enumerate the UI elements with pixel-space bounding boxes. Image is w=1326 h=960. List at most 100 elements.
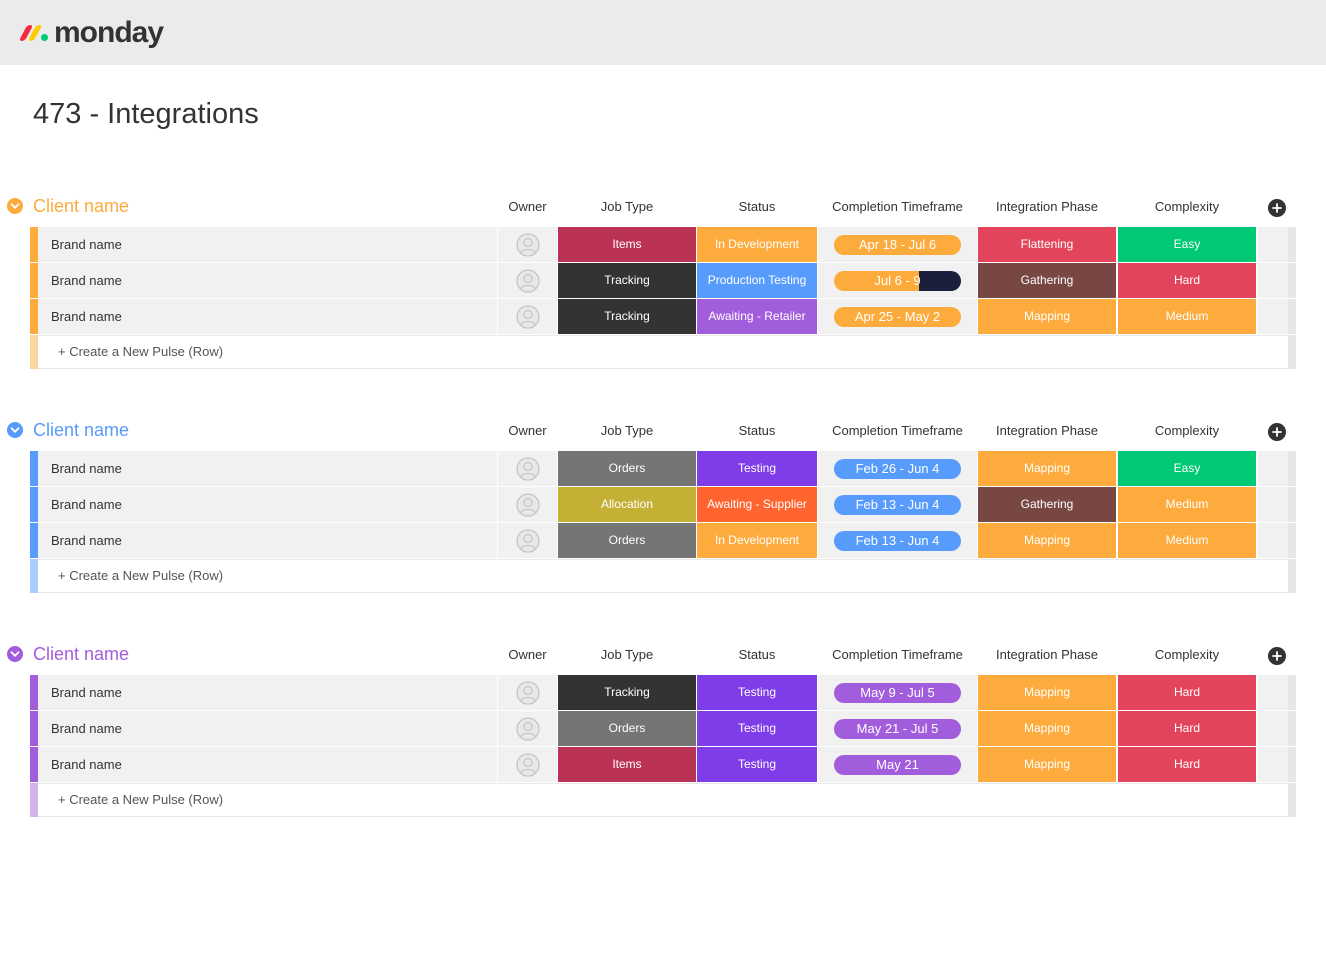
owner-cell[interactable] — [498, 299, 557, 334]
column-header-timeframe[interactable]: Completion Timeframe — [818, 647, 977, 663]
status-cell[interactable]: Awaiting - Retailer — [697, 299, 817, 334]
complexity-cell[interactable]: Medium — [1118, 299, 1256, 334]
column-header-owner[interactable]: Owner — [498, 199, 557, 215]
status-cell[interactable]: Production Testing — [697, 263, 817, 298]
owner-cell[interactable] — [498, 227, 557, 262]
timeline-cell[interactable]: Feb 13 - Jun 4 — [818, 487, 977, 522]
group-color-strip — [30, 747, 38, 782]
create-new-pulse-button[interactable]: + Create a New Pulse (Row) — [38, 559, 1288, 593]
pulse-name[interactable]: Brand name — [38, 227, 497, 262]
complexity-cell[interactable]: Easy — [1118, 451, 1256, 486]
pulse-name[interactable]: Brand name — [38, 487, 497, 522]
job-type-cell[interactable]: Allocation — [558, 487, 696, 522]
pulse-row: Brand name Tracking Awaiting - Retailer Apr… — [0, 299, 1326, 335]
integration-phase-cell[interactable]: Mapping — [978, 747, 1116, 782]
timeline-cell[interactable]: May 9 - Jul 5 — [818, 675, 977, 710]
job-type-cell[interactable]: Tracking — [558, 263, 696, 298]
integration-phase-cell[interactable]: Mapping — [978, 451, 1116, 486]
column-header-job-type[interactable]: Job Type — [558, 199, 696, 215]
pulse-name[interactable]: Brand name — [38, 523, 497, 558]
integration-phase-cell[interactable]: Mapping — [978, 711, 1116, 746]
pulse-name[interactable]: Brand name — [38, 675, 497, 710]
create-new-pulse-button[interactable]: + Create a New Pulse (Row) — [38, 335, 1288, 369]
pulse-name[interactable]: Brand name — [38, 711, 497, 746]
column-header-status[interactable]: Status — [697, 647, 817, 663]
create-new-pulse-button[interactable]: + Create a New Pulse (Row) — [38, 783, 1288, 817]
job-type-cell[interactable]: Items — [558, 227, 696, 262]
status-cell[interactable]: Testing — [697, 711, 817, 746]
status-cell[interactable]: In Development — [697, 227, 817, 262]
integration-phase-cell[interactable]: Mapping — [978, 675, 1116, 710]
group: Client name Owner Job Type Status Completion… — [0, 409, 1326, 593]
add-column-button[interactable] — [1268, 423, 1286, 441]
status-cell[interactable]: In Development — [697, 523, 817, 558]
integration-phase-cell[interactable]: Mapping — [978, 299, 1116, 334]
owner-cell[interactable] — [498, 263, 557, 298]
column-header-job-type[interactable]: Job Type — [558, 647, 696, 663]
column-header-complexity[interactable]: Complexity — [1118, 423, 1256, 439]
integration-phase-cell[interactable]: Gathering — [978, 263, 1116, 298]
column-header-complexity[interactable]: Complexity — [1118, 199, 1256, 215]
monday-logo[interactable]: monday — [18, 16, 164, 50]
column-header-complexity[interactable]: Complexity — [1118, 647, 1256, 663]
job-type-cell[interactable]: Tracking — [558, 299, 696, 334]
column-header-timeframe[interactable]: Completion Timeframe — [818, 423, 977, 439]
avatar-placeholder-icon — [515, 492, 540, 517]
group-name[interactable]: Client name — [33, 419, 129, 441]
pulse-name[interactable]: Brand name — [38, 747, 497, 782]
column-header-integration-phase[interactable]: Integration Phase — [978, 423, 1116, 439]
collapse-group-button[interactable] — [7, 198, 23, 214]
add-column-button[interactable] — [1268, 647, 1286, 665]
status-cell[interactable]: Awaiting - Supplier — [697, 487, 817, 522]
group-name[interactable]: Client name — [33, 643, 129, 665]
timeline-cell[interactable]: May 21 - Jul 5 — [818, 711, 977, 746]
collapse-group-button[interactable] — [7, 422, 23, 438]
owner-cell[interactable] — [498, 523, 557, 558]
group-name[interactable]: Client name — [33, 195, 129, 217]
column-header-status[interactable]: Status — [697, 423, 817, 439]
timeline-cell[interactable]: Jul 6 - 9 — [818, 263, 977, 298]
job-type-cell[interactable]: Orders — [558, 523, 696, 558]
job-type-cell[interactable]: Orders — [558, 711, 696, 746]
complexity-cell[interactable]: Medium — [1118, 487, 1256, 522]
complexity-cell[interactable]: Hard — [1118, 675, 1256, 710]
timeline-cell[interactable]: Apr 18 - Jul 6 — [818, 227, 977, 262]
job-type-cell[interactable]: Orders — [558, 451, 696, 486]
collapse-group-button[interactable] — [7, 646, 23, 662]
board-title[interactable]: 473 - Integrations — [33, 98, 259, 131]
timeline-cell[interactable]: May 21 — [818, 747, 977, 782]
add-column-button[interactable] — [1268, 199, 1286, 217]
column-header-integration-phase[interactable]: Integration Phase — [978, 647, 1116, 663]
integration-phase-cell[interactable]: Flattening — [978, 227, 1116, 262]
pulse-name[interactable]: Brand name — [38, 299, 497, 334]
column-header-status[interactable]: Status — [697, 199, 817, 215]
complexity-cell[interactable]: Hard — [1118, 747, 1256, 782]
status-cell[interactable]: Testing — [697, 675, 817, 710]
timeline-cell[interactable]: Feb 26 - Jun 4 — [818, 451, 977, 486]
owner-cell[interactable] — [498, 487, 557, 522]
integration-phase-cell[interactable]: Gathering — [978, 487, 1116, 522]
complexity-cell[interactable]: Easy — [1118, 227, 1256, 262]
complexity-cell[interactable]: Hard — [1118, 263, 1256, 298]
integration-phase-cell[interactable]: Mapping — [978, 523, 1116, 558]
column-header-timeframe[interactable]: Completion Timeframe — [818, 199, 977, 215]
column-header-owner[interactable]: Owner — [498, 647, 557, 663]
column-header-job-type[interactable]: Job Type — [558, 423, 696, 439]
complexity-cell[interactable]: Hard — [1118, 711, 1256, 746]
column-header-owner[interactable]: Owner — [498, 423, 557, 439]
timeline-cell[interactable]: Apr 25 - May 2 — [818, 299, 977, 334]
complexity-cell[interactable]: Medium — [1118, 523, 1256, 558]
pulse-name[interactable]: Brand name — [38, 263, 497, 298]
owner-cell[interactable] — [498, 747, 557, 782]
owner-cell[interactable] — [498, 675, 557, 710]
status-cell[interactable]: Testing — [697, 747, 817, 782]
job-type-cell[interactable]: Tracking — [558, 675, 696, 710]
job-type-cell[interactable]: Items — [558, 747, 696, 782]
owner-cell[interactable] — [498, 711, 557, 746]
status-cell[interactable]: Testing — [697, 451, 817, 486]
timeline-cell[interactable]: Feb 13 - Jun 4 — [818, 523, 977, 558]
pulse-name[interactable]: Brand name — [38, 451, 497, 486]
column-header-integration-phase[interactable]: Integration Phase — [978, 199, 1116, 215]
row-edge — [1288, 747, 1296, 782]
owner-cell[interactable] — [498, 451, 557, 486]
